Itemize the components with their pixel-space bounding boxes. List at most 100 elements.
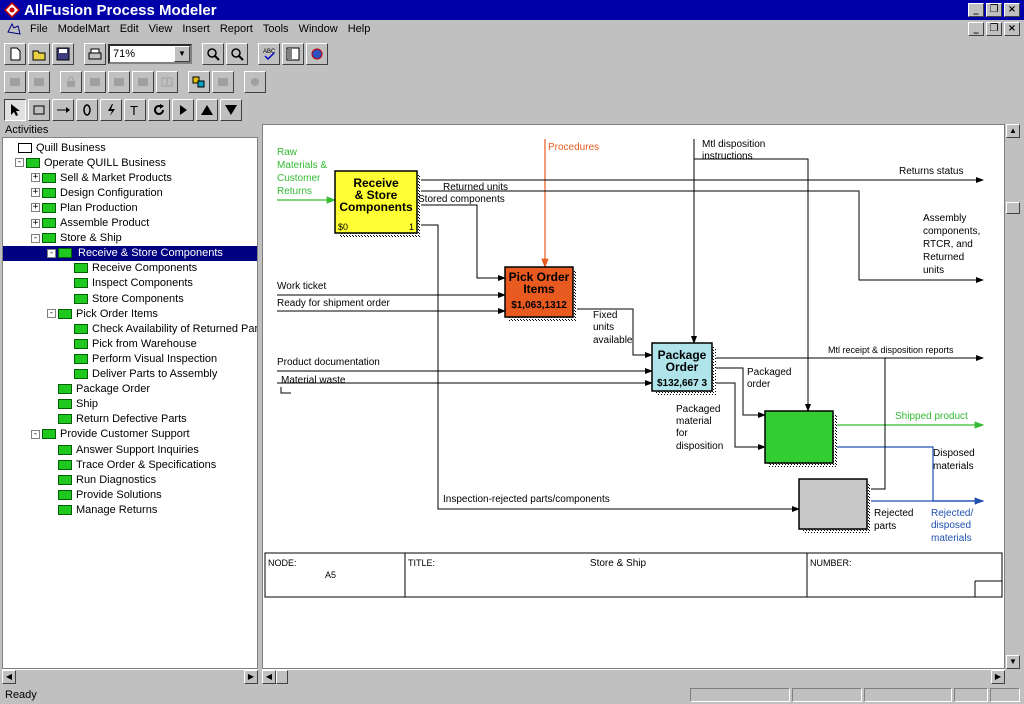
triangle-up-icon[interactable] [196, 99, 218, 121]
footer-number-label: NUMBER: [810, 558, 852, 568]
canvas-scroll-right-icon[interactable]: ▶ [991, 670, 1005, 684]
mm-security-icon[interactable] [212, 71, 234, 93]
tree-item[interactable]: Store Components [63, 291, 184, 306]
collapse-icon[interactable]: - [47, 248, 56, 258]
collapse-icon[interactable]: - [15, 158, 24, 168]
menu-file[interactable]: File [25, 23, 53, 35]
canvas-vertical-scrollbar[interactable]: ▲ ▼ [1005, 124, 1021, 669]
tree-item[interactable]: Package Order [47, 382, 150, 397]
expand-icon[interactable]: + [31, 188, 40, 198]
expand-icon[interactable]: + [31, 218, 40, 228]
mm-save-icon[interactable] [108, 71, 130, 93]
tree-item[interactable]: Return Defective Parts [47, 412, 187, 427]
collapse-icon[interactable]: - [31, 233, 40, 243]
doc-close-button[interactable]: × [1004, 22, 1020, 36]
canvas-scroll-left-icon[interactable]: ◀ [262, 670, 276, 684]
tree-item[interactable]: - Store & Ship [31, 231, 122, 246]
mm-merge-icon[interactable] [132, 71, 154, 93]
tree-item[interactable]: Trace Order & Specifications [47, 457, 216, 472]
label-raw-materials-1: Raw [277, 147, 298, 158]
menu-help[interactable]: Help [343, 23, 376, 35]
horizontal-scroll-thumb[interactable] [276, 670, 288, 684]
tree-item[interactable]: + Sell & Market Products [31, 170, 172, 185]
triangle-down-icon[interactable] [220, 99, 242, 121]
modelmart-icon[interactable] [306, 43, 328, 65]
pointer-tool-icon[interactable] [4, 99, 26, 121]
expand-icon[interactable]: + [31, 173, 40, 183]
tree-item[interactable]: - Provide Customer Support [31, 427, 190, 442]
collapse-icon[interactable]: - [47, 309, 56, 319]
arrow-tool-icon[interactable] [52, 99, 74, 121]
menu-window[interactable]: Window [294, 23, 343, 35]
menu-edit[interactable]: Edit [115, 23, 144, 35]
tree-item[interactable]: Ship [47, 397, 98, 412]
mm-grid-icon[interactable] [156, 71, 178, 93]
doc-minimize-button[interactable]: _ [968, 22, 984, 36]
arrow-inspection-rejected[interactable] [418, 224, 800, 512]
menu-report[interactable]: Report [215, 23, 258, 35]
doc-restore-button[interactable]: ❐ [986, 22, 1002, 36]
tree-item[interactable]: Receive Components [63, 261, 197, 276]
chevron-down-icon[interactable]: ▼ [174, 46, 190, 62]
box-tool-icon[interactable] [28, 99, 50, 121]
spell-check-icon[interactable]: ABC [258, 43, 280, 65]
tree-item[interactable]: - Operate QUILL Business [15, 155, 166, 170]
expand-icon[interactable]: + [31, 203, 40, 213]
new-icon[interactable] [4, 43, 26, 65]
document-icon[interactable] [6, 22, 22, 36]
zoom-select[interactable]: 71% ▼ [108, 44, 192, 64]
tree-item[interactable]: - Receive & Store Components [3, 245, 257, 261]
tree-horizontal-scrollbar[interactable]: ◀ ▶ [2, 669, 258, 684]
scroll-down-icon[interactable]: ▼ [1006, 655, 1020, 669]
lock-icon[interactable] [60, 71, 82, 93]
scroll-up-icon[interactable]: ▲ [1006, 124, 1020, 138]
menu-insert[interactable]: Insert [177, 23, 215, 35]
text-tool-icon[interactable]: T [124, 99, 146, 121]
zoom-icon[interactable] [202, 43, 224, 65]
lightning-tool-icon[interactable] [100, 99, 122, 121]
save-icon[interactable] [52, 43, 74, 65]
vertical-scroll-thumb[interactable] [1006, 202, 1020, 214]
scroll-left-icon[interactable]: ◀ [2, 670, 16, 684]
tree-item[interactable]: Quill Business [7, 140, 106, 155]
tree-item[interactable]: Deliver Parts to Assembly [63, 367, 217, 382]
menu-view[interactable]: View [144, 23, 178, 35]
menu-modelmart[interactable]: ModelMart [53, 23, 115, 35]
open-icon[interactable] [28, 43, 50, 65]
tree-item[interactable]: + Design Configuration [31, 185, 163, 200]
arrow-stored-components[interactable] [418, 204, 506, 281]
diagram-canvas[interactable]: Receive & Store Components $0 1 Pick Ord… [262, 124, 1005, 669]
rotate-tool-icon[interactable] [148, 99, 170, 121]
mm-settings-icon[interactable] [244, 71, 266, 93]
canvas-horizontal-scrollbar[interactable]: ◀ ▶ [262, 669, 1005, 684]
tree-item[interactable]: + Plan Production [31, 200, 138, 215]
squiggle-tool-icon[interactable] [76, 99, 98, 121]
play-icon[interactable] [172, 99, 194, 121]
tree-item[interactable]: Run Diagnostics [47, 472, 156, 487]
minimize-button[interactable]: _ [968, 3, 984, 17]
collapse-icon[interactable]: - [31, 429, 40, 439]
print-icon[interactable] [84, 43, 106, 65]
menu-tools[interactable]: Tools [258, 23, 294, 35]
activity-box-ship[interactable] [764, 410, 834, 464]
tree-item[interactable]: Inspect Components [63, 276, 193, 291]
restore-button[interactable]: ❐ [986, 3, 1002, 17]
mm-connect-icon[interactable] [4, 71, 26, 93]
zoom-out-icon[interactable] [226, 43, 248, 65]
activity-box-return-defective[interactable] [798, 478, 868, 530]
tree-item[interactable]: Pick from Warehouse [63, 336, 197, 351]
tree-item[interactable]: Perform Visual Inspection [63, 351, 217, 366]
tree-item[interactable]: Check Availability of Returned Part [63, 321, 257, 336]
tree-item[interactable]: Provide Solutions [47, 487, 162, 502]
mm-disconnect-icon[interactable] [28, 71, 50, 93]
tree-item[interactable]: Manage Returns [47, 502, 157, 517]
tree-item[interactable]: Answer Support Inquiries [47, 442, 199, 457]
activity-tree[interactable]: Quill Business - Operate QUILL Business + Se… [2, 137, 258, 669]
tree-item[interactable]: + Assemble Product [31, 216, 149, 231]
close-button[interactable]: × [1004, 3, 1020, 17]
model-explorer-icon[interactable] [282, 43, 304, 65]
mm-users-icon[interactable] [188, 71, 210, 93]
scroll-right-icon[interactable]: ▶ [244, 670, 258, 684]
mm-open-icon[interactable] [84, 71, 106, 93]
tree-item[interactable]: - Pick Order Items [47, 306, 158, 321]
